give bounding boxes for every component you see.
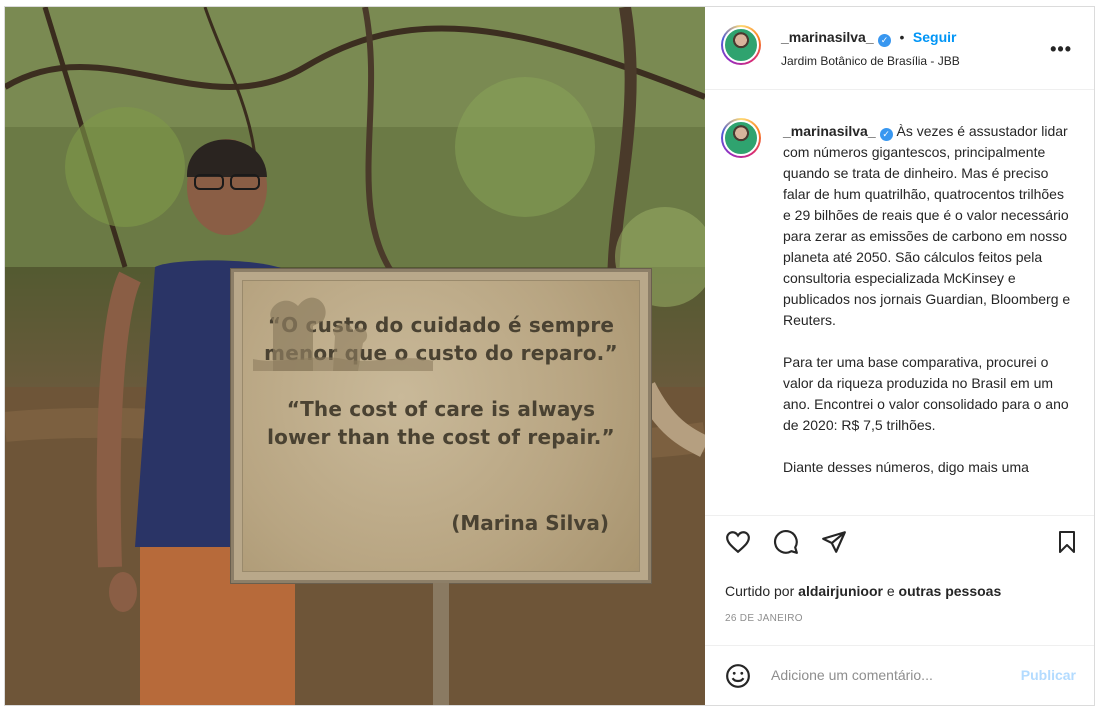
action-bar (705, 515, 1094, 561)
separator-dot: • (899, 29, 905, 45)
caption-scroll-area[interactable]: _marinasilva_ ✓ Às vezes é assustador lid… (705, 90, 1094, 515)
caption-avatar[interactable] (721, 118, 761, 158)
sign-quote-en-line2: lower than the cost of repair.” (267, 425, 615, 449)
share-send-icon[interactable] (821, 529, 847, 555)
header-user-row: _marinasilva_ ✓ • Seguir (781, 29, 956, 47)
other-likers-link[interactable]: outras pessoas (899, 583, 1002, 599)
post-photo[interactable]: “O custo do cuidado é sempre menor que o… (5, 7, 705, 705)
post-caption: _marinasilva_ ✓ Às vezes é assustador lid… (783, 121, 1075, 478)
like-heart-icon[interactable] (725, 529, 751, 555)
avatar[interactable] (721, 25, 761, 65)
tree-silhouette-icon (253, 297, 433, 371)
likes-summary: Curtido por aldairjunioor e outras pesso… (725, 583, 1001, 599)
post-header: _marinasilva_ ✓ • Seguir Jardim Botânico… (705, 7, 1094, 90)
comment-icon[interactable] (773, 529, 799, 555)
verified-badge-icon: ✓ (878, 34, 892, 47)
comment-input[interactable] (769, 666, 1003, 684)
username-link[interactable]: _marinasilva_ (781, 29, 874, 45)
sign-author: (Marina Silva) (451, 511, 609, 535)
likes-prefix: Curtido por (725, 583, 799, 599)
liker-username-link[interactable]: aldairjunioor (798, 583, 883, 599)
caption-verified-badge-icon: ✓ (879, 128, 893, 141)
caption-username-link[interactable]: _marinasilva_ (783, 123, 876, 139)
follow-button[interactable]: Seguir (913, 29, 957, 45)
publish-button[interactable]: Publicar (1021, 667, 1076, 683)
save-bookmark-icon[interactable] (1055, 529, 1079, 555)
post-date[interactable]: 26 DE JANEIRO (725, 613, 803, 624)
sign-quote-en-line1: “The cost of care is always (286, 397, 596, 421)
likes-mid: e (882, 583, 899, 599)
caption-text: Às vezes é assustador lidar com números … (783, 123, 1071, 475)
emoji-icon[interactable] (725, 663, 751, 689)
post-dialog: “O custo do cuidado é sempre menor que o… (4, 6, 1095, 706)
quote-sign: “O custo do cuidado é sempre menor que o… (231, 269, 651, 583)
post-side-panel: _marinasilva_ ✓ • Seguir Jardim Botânico… (705, 7, 1094, 705)
location-link[interactable]: Jardim Botânico de Brasília - JBB (781, 54, 960, 68)
comment-bar: Publicar (705, 645, 1094, 705)
more-options-icon[interactable]: ••• (1050, 39, 1072, 60)
sign-pole (433, 583, 449, 705)
